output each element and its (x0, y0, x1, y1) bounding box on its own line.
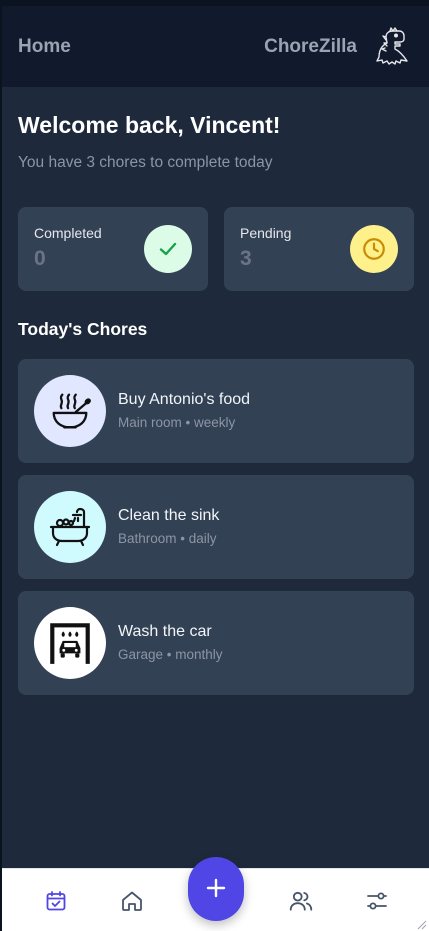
chore-meta: Main room • weekly (118, 415, 236, 430)
welcome-heading: Welcome back, Vincent! (18, 112, 281, 138)
add-icon (205, 877, 227, 902)
page-title: Home (18, 35, 71, 57)
stat-label: Completed (34, 225, 102, 241)
bathtub-icon (34, 491, 106, 563)
calendar-check-icon[interactable] (42, 887, 70, 915)
chore-card[interactable]: Clean the sink Bathroom • daily (18, 475, 414, 579)
section-title: Today's Chores (18, 319, 148, 339)
dinosaur-icon (371, 26, 411, 67)
app-frame: Home ChoreZilla Welcome back, Vincent! Y… (0, 0, 429, 931)
chore-name: Buy Antonio's food (118, 391, 251, 408)
chore-name: Wash the car (118, 623, 212, 640)
chore-meta: Garage • monthly (118, 647, 223, 662)
check-icon (144, 225, 192, 273)
bowl-icon (34, 375, 106, 447)
users-icon[interactable] (287, 887, 315, 915)
settings-sliders-icon[interactable] (363, 887, 391, 915)
welcome-subtitle: You have 3 chores to complete today (18, 154, 273, 171)
add-chore-button[interactable] (188, 857, 244, 921)
chore-meta: Bathroom • daily (118, 531, 217, 546)
stat-value: 3 (240, 247, 252, 270)
clock-icon (350, 225, 398, 273)
stat-label: Pending (240, 225, 292, 241)
brand-name: ChoreZilla (264, 35, 357, 57)
stat-value: 0 (34, 247, 46, 270)
car-wash-icon (34, 607, 106, 679)
brand: ChoreZilla (264, 26, 411, 67)
pending-stat-card: Pending 3 (224, 207, 414, 291)
completed-stat-card: Completed 0 (18, 207, 208, 291)
chore-card[interactable]: Buy Antonio's food Main room • weekly (18, 359, 414, 463)
chore-name: Clean the sink (118, 507, 220, 524)
top-header: Home ChoreZilla (2, 6, 429, 87)
chore-card[interactable]: Wash the car Garage • monthly (18, 591, 414, 695)
resize-handle-icon[interactable] (415, 917, 427, 930)
home-icon[interactable] (118, 887, 146, 915)
